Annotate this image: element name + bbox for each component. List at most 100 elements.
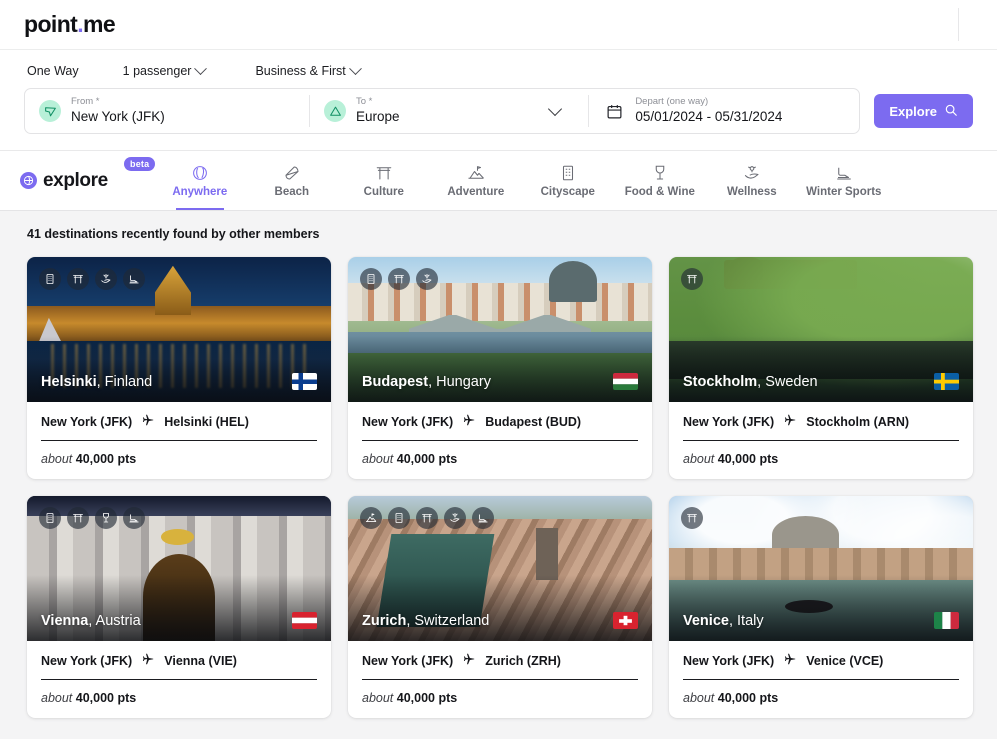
- tab-adventure[interactable]: Adventure: [430, 151, 522, 210]
- card-image: Venice, Italy: [669, 496, 973, 641]
- wine-glass-icon: [651, 164, 669, 182]
- route-origin: New York (JFK): [41, 654, 132, 668]
- destination-card[interactable]: Zurich, Switzerland New York (JFK) Zuric…: [348, 496, 652, 718]
- airplane-icon: [783, 413, 797, 430]
- mountain-flag-icon: [467, 164, 485, 182]
- depart-date-field[interactable]: Depart (one way) 05/01/2024 - 05/31/2024: [589, 89, 859, 133]
- tab-food-and-wine[interactable]: Food & Wine: [614, 151, 706, 210]
- airplane-icon: [141, 652, 155, 669]
- globe-icon: [191, 164, 209, 182]
- origin-field[interactable]: From * New York (JFK): [25, 89, 309, 133]
- card-city-name: Zurich, Switzerland: [362, 613, 489, 629]
- card-city-comma: ,: [729, 613, 737, 629]
- tab-beach[interactable]: Beach: [246, 151, 338, 210]
- tab-cityscape[interactable]: Cityscape: [522, 151, 614, 210]
- destination-field[interactable]: To * Europe: [310, 89, 588, 133]
- destination-card[interactable]: Budapest, Hungary New York (JFK) Budapes…: [348, 257, 652, 479]
- chevron-down-icon[interactable]: [548, 101, 562, 115]
- airplane-icon: [462, 413, 476, 430]
- explore-nav-bar: explore beta Anywhere Beach: [0, 151, 997, 211]
- category-badge-building[interactable]: [39, 268, 61, 290]
- card-city-name: Venice, Italy: [683, 613, 764, 629]
- category-badge-spa-hand[interactable]: [416, 268, 438, 290]
- category-badge-spa-hand[interactable]: [95, 268, 117, 290]
- card-route: New York (JFK) Venice (VCE): [683, 652, 959, 679]
- card-city: Helsinki: [41, 374, 97, 390]
- category-badge-torii-gate[interactable]: [67, 507, 89, 529]
- results-count: 41 destinations recently found by other …: [27, 227, 973, 241]
- category-badges: [681, 507, 703, 529]
- category-badge-building[interactable]: [39, 507, 61, 529]
- card-city: Budapest: [362, 374, 428, 390]
- category-badges: [39, 268, 145, 290]
- card-city-name: Budapest, Hungary: [362, 374, 491, 390]
- destination-card[interactable]: Helsinki, Finland New York (JFK) Helsink…: [27, 257, 331, 479]
- card-points: about 40,000 pts: [683, 680, 959, 705]
- logo-text-main: point: [24, 11, 77, 38]
- route-origin: New York (JFK): [41, 415, 132, 429]
- card-country: Sweden: [765, 374, 817, 390]
- search-options-row: One Way 1 passenger Business & First: [0, 50, 997, 88]
- cabin-class-selector[interactable]: Business & First: [255, 64, 359, 78]
- category-badge-torii-gate[interactable]: [67, 268, 89, 290]
- card-body: New York (JFK) Venice (VCE) about 40,000…: [669, 641, 973, 718]
- destination-card[interactable]: Venice, Italy New York (JFK) Venice (VCE…: [669, 496, 973, 718]
- tab-winter-sports[interactable]: Winter Sports: [798, 151, 890, 210]
- category-badge-ice-skate[interactable]: [123, 507, 145, 529]
- category-badge-building[interactable]: [388, 507, 410, 529]
- category-badge-mountain-flag[interactable]: [360, 507, 382, 529]
- points-prefix: about: [41, 691, 72, 705]
- destination-card[interactable]: Vienna, Austria New York (JFK) Vienna (V…: [27, 496, 331, 718]
- card-city-name: Vienna, Austria: [41, 613, 141, 629]
- category-badge-ice-skate[interactable]: [472, 507, 494, 529]
- origin-field-value: New York (JFK): [71, 109, 165, 125]
- card-points: about 40,000 pts: [41, 680, 317, 705]
- category-tabs: Anywhere Beach Culture: [154, 151, 890, 210]
- category-badges: [39, 507, 145, 529]
- category-badge-torii-gate[interactable]: [681, 268, 703, 290]
- points-amount: 40,000 pts: [76, 452, 136, 466]
- card-city-comma: ,: [88, 613, 95, 629]
- trip-type-selector[interactable]: One Way: [27, 64, 79, 78]
- category-badge-wine-glass[interactable]: [95, 507, 117, 529]
- route-origin: New York (JFK): [362, 654, 453, 668]
- card-route: New York (JFK) Zurich (ZRH): [362, 652, 638, 679]
- card-image: Stockholm, Sweden: [669, 257, 973, 402]
- category-badge-torii-gate[interactable]: [388, 268, 410, 290]
- country-flag-icon: [934, 612, 959, 629]
- card-city: Zurich: [362, 613, 406, 629]
- tab-label: Anywhere: [172, 186, 227, 198]
- card-route: New York (JFK) Vienna (VIE): [41, 652, 317, 679]
- passenger-label: 1 passenger: [123, 64, 192, 78]
- card-image: Zurich, Switzerland: [348, 496, 652, 641]
- card-city-bar: Budapest, Hungary: [348, 373, 652, 402]
- search-panel: One Way 1 passenger Business & First Fro…: [0, 50, 997, 151]
- airplane-icon: [783, 652, 797, 669]
- passenger-selector[interactable]: 1 passenger: [123, 64, 206, 78]
- pointme-logo[interactable]: point.me: [24, 11, 115, 38]
- card-country: Austria: [96, 613, 141, 629]
- category-badge-torii-gate[interactable]: [416, 507, 438, 529]
- card-city: Vienna: [41, 613, 88, 629]
- explore-logo-text: explore: [43, 170, 108, 192]
- destination-card[interactable]: Stockholm, Sweden New York (JFK) Stockho…: [669, 257, 973, 479]
- tab-label: Winter Sports: [806, 186, 881, 198]
- category-badge-torii-gate[interactable]: [681, 507, 703, 529]
- tab-wellness[interactable]: Wellness: [706, 151, 798, 210]
- category-badge-spa-hand[interactable]: [444, 507, 466, 529]
- category-badge-ice-skate[interactable]: [123, 268, 145, 290]
- tab-culture[interactable]: Culture: [338, 151, 430, 210]
- tab-anywhere[interactable]: Anywhere: [154, 151, 246, 210]
- points-prefix: about: [683, 452, 714, 466]
- card-body: New York (JFK) Helsinki (HEL) about 40,0…: [27, 402, 331, 479]
- category-badge-building[interactable]: [360, 268, 382, 290]
- origin-field-label: From *: [71, 97, 165, 108]
- explore-button[interactable]: Explore: [874, 94, 973, 128]
- explore-logo[interactable]: explore beta: [20, 151, 154, 210]
- route-origin: New York (JFK): [683, 654, 774, 668]
- tab-label: Adventure: [447, 186, 504, 198]
- destination-card-grid: Helsinki, Finland New York (JFK) Helsink…: [27, 257, 973, 718]
- card-country: Hungary: [436, 374, 491, 390]
- globe-icon: [20, 172, 37, 189]
- card-image: Vienna, Austria: [27, 496, 331, 641]
